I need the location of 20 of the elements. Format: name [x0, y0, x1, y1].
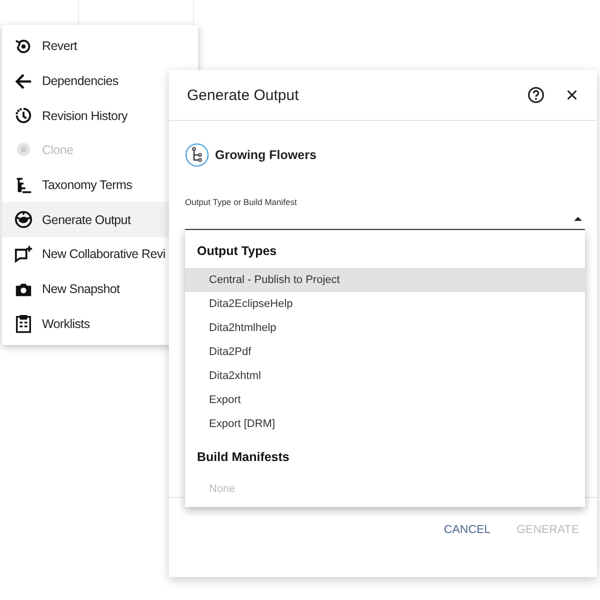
arrow-left-icon: [14, 72, 33, 91]
help-icon[interactable]: [527, 86, 545, 104]
dropdown-option[interactable]: Export: [185, 388, 585, 412]
tree-icon: [185, 143, 209, 167]
dial-icon: [14, 210, 33, 230]
group-heading: Build Manifests: [196, 449, 290, 466]
clipboard-icon: [14, 314, 33, 334]
dropdown-option[interactable]: Export [DRM]: [185, 412, 585, 436]
close-icon[interactable]: [565, 88, 579, 102]
document-title: Growing Flowers: [215, 148, 316, 162]
dialog-title: Generate Output: [187, 86, 300, 104]
cancel-button[interactable]: CANCEL: [438, 520, 497, 540]
add-comment-icon: [14, 244, 33, 264]
group-heading: Output Types: [196, 243, 278, 260]
dropdown-option[interactable]: Dita2Pdf: [185, 340, 585, 364]
history-icon: [14, 106, 33, 126]
dropdown-option[interactable]: Dita2xhtml: [185, 364, 585, 388]
tree-list-icon: [14, 176, 33, 195]
dropdown-option[interactable]: Central - Publish to Project: [185, 268, 585, 292]
menu-item[interactable]: Revert: [2, 29, 198, 64]
